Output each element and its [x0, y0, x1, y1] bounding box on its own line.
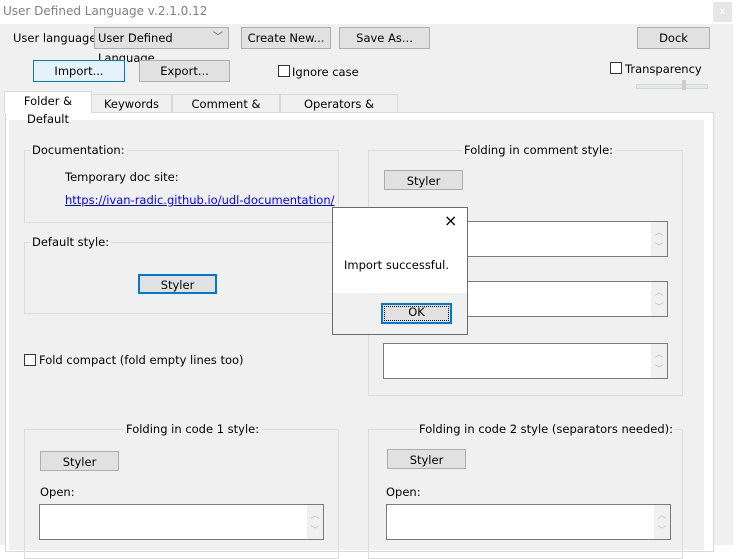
fold-compact-label[interactable]: Fold compact (fold empty lines too): [39, 353, 244, 367]
scroll-down-icon[interactable]: ﹀: [651, 240, 667, 253]
comment-styler-button[interactable]: Styler: [384, 170, 463, 190]
export-button[interactable]: Export...: [139, 60, 230, 82]
fold-compact-checkbox[interactable]: [24, 354, 36, 366]
code1-open-label: Open:: [40, 485, 75, 499]
save-as-button[interactable]: Save As...: [339, 27, 430, 49]
default-style-title: Default style:: [30, 235, 112, 249]
window-close-button[interactable]: x: [713, 2, 732, 22]
scroll-up-icon[interactable]: ︿: [654, 508, 670, 521]
transparency-checkbox[interactable]: [610, 62, 622, 74]
tab-operators-delimiters[interactable]: Operators & Delimiters: [280, 94, 398, 129]
tab-panel-content: Documentation: Temporary doc site: https…: [9, 120, 704, 559]
documentation-link[interactable]: https://ivan-radic.github.io/udl-documen…: [65, 193, 335, 207]
folding-code1-title: Folding in code 1 style:: [124, 422, 262, 436]
close-icon: x: [719, 6, 726, 17]
create-new-button[interactable]: Create New...: [241, 27, 331, 49]
close-icon[interactable]: ×: [444, 211, 457, 230]
scrollbar[interactable]: ︿ ﹀: [651, 282, 667, 316]
code1-open-input[interactable]: ︿ ﹀: [39, 504, 324, 540]
scroll-down-icon[interactable]: ﹀: [651, 362, 667, 375]
ignore-case-checkbox[interactable]: [278, 65, 290, 77]
scroll-down-icon[interactable]: ﹀: [651, 300, 667, 313]
chevron-down-icon: ﹀: [213, 32, 223, 43]
code2-open-input[interactable]: ︿ ﹀: [386, 504, 671, 540]
tab-comment-number[interactable]: Comment & Number: [172, 94, 280, 129]
scroll-up-icon[interactable]: ︿: [307, 508, 323, 521]
import-message-dialog: × Import successful. OK: [332, 207, 468, 335]
scroll-up-icon[interactable]: ︿: [651, 225, 667, 238]
background-window-edge: [733, 0, 738, 545]
code1-styler-button[interactable]: Styler: [40, 451, 119, 471]
user-language-select[interactable]: User Defined Language ﹀: [94, 27, 229, 65]
transparency-slider-thumb[interactable]: [682, 80, 686, 90]
documentation-title: Documentation:: [30, 143, 127, 157]
ignore-case-label[interactable]: Ignore case: [292, 65, 359, 79]
scroll-down-icon[interactable]: ﹀: [307, 523, 323, 536]
dialog-message: Import successful.: [344, 258, 449, 272]
transparency-slider[interactable]: [636, 84, 708, 89]
folding-code2-title: Folding in code 2 style (separators need…: [417, 422, 675, 436]
user-language-label: User language :: [13, 31, 104, 45]
documentation-group: [24, 150, 339, 223]
window-title: User Defined Language v.2.1.0.12: [3, 4, 208, 18]
title-bar: User Defined Language v.2.1.0.12 x: [0, 0, 733, 24]
tab-folder-default[interactable]: Folder & Default: [4, 91, 92, 126]
udl-window: User Defined Language v.2.1.0.12 x User …: [0, 0, 733, 559]
dock-button[interactable]: Dock: [637, 27, 710, 49]
code2-open-label: Open:: [386, 485, 421, 499]
ok-button[interactable]: OK: [381, 303, 452, 324]
code2-styler-button[interactable]: Styler: [387, 449, 466, 469]
scroll-up-icon[interactable]: ︿: [651, 347, 667, 360]
scrollbar[interactable]: ︿ ﹀: [651, 222, 667, 256]
transparency-label[interactable]: Transparency: [625, 62, 702, 76]
scroll-up-icon[interactable]: ︿: [651, 285, 667, 298]
folding-comment-title: Folding in comment style:: [462, 143, 616, 157]
temp-doc-label: Temporary doc site:: [65, 170, 179, 184]
focus-ring: [384, 306, 449, 321]
scrollbar[interactable]: ︿ ﹀: [307, 505, 323, 539]
comment-close-input[interactable]: ︿ ﹀: [383, 343, 668, 379]
scrollbar[interactable]: ︿ ﹀: [654, 505, 670, 539]
import-button[interactable]: Import...: [33, 60, 125, 82]
scroll-down-icon[interactable]: ﹀: [654, 523, 670, 536]
scrollbar[interactable]: ︿ ﹀: [651, 344, 667, 378]
tab-keywords-lists[interactable]: Keywords Lists: [91, 94, 172, 129]
default-styler-button[interactable]: Styler: [138, 274, 217, 294]
